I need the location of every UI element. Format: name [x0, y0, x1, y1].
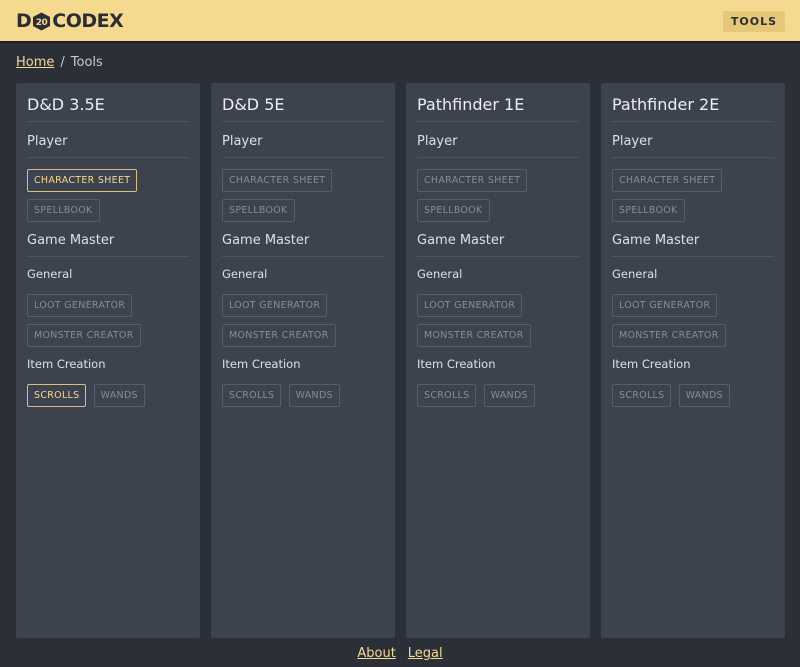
- site-logo[interactable]: D 20 CODEX: [16, 9, 124, 33]
- column-title: D&D 5E: [222, 95, 384, 122]
- tools-button[interactable]: TOOLS: [722, 11, 785, 32]
- item-creation-heading: Item Creation: [417, 357, 496, 371]
- breadcrumb-current: Tools: [70, 55, 103, 70]
- character-sheet-button[interactable]: CHARACTER SHEET: [222, 169, 333, 192]
- loot-generator-button[interactable]: LOOT GENERATOR: [27, 294, 133, 317]
- column-dnd5: D&D 5E Player CHARACTER SHEET SPELLBOOK …: [211, 83, 395, 638]
- top-bar: D 20 CODEX TOOLS: [0, 0, 800, 43]
- loot-generator-button[interactable]: LOOT GENERATOR: [222, 294, 328, 317]
- column-pathfinder2: Pathfinder 2E Player CHARACTER SHEET SPE…: [601, 83, 785, 638]
- wands-button[interactable]: WANDS: [678, 384, 730, 407]
- column-dnd35: D&D 3.5E Player CHARACTER SHEET SPELLBOO…: [16, 83, 200, 638]
- column-title: D&D 3.5E: [27, 95, 189, 122]
- breadcrumb-home-link[interactable]: Home: [16, 55, 54, 70]
- wands-button[interactable]: WANDS: [483, 384, 535, 407]
- general-heading: General: [222, 267, 268, 281]
- character-sheet-button[interactable]: CHARACTER SHEET: [612, 169, 723, 192]
- game-master-heading: Game Master: [222, 233, 384, 257]
- item-creation-heading: Item Creation: [222, 357, 301, 371]
- item-creation-heading: Item Creation: [27, 357, 106, 371]
- item-creation-heading: Item Creation: [612, 357, 691, 371]
- logo-letter-d: D: [16, 10, 32, 32]
- scrolls-button[interactable]: SCROLLS: [612, 384, 672, 407]
- d20-die-icon: 20: [32, 12, 51, 31]
- scrolls-button[interactable]: SCROLLS: [222, 384, 282, 407]
- game-master-heading: Game Master: [27, 233, 189, 257]
- about-link[interactable]: About: [357, 646, 395, 661]
- wands-button[interactable]: WANDS: [288, 384, 340, 407]
- column-pathfinder1: Pathfinder 1E Player CHARACTER SHEET SPE…: [406, 83, 590, 638]
- system-columns: D&D 3.5E Player CHARACTER SHEET SPELLBOO…: [16, 83, 785, 638]
- loot-generator-button[interactable]: LOOT GENERATOR: [612, 294, 718, 317]
- player-heading: Player: [417, 134, 579, 158]
- game-master-heading: Game Master: [612, 233, 774, 257]
- spellbook-button[interactable]: SPELLBOOK: [222, 199, 295, 222]
- character-sheet-button[interactable]: CHARACTER SHEET: [417, 169, 528, 192]
- spellbook-button[interactable]: SPELLBOOK: [27, 199, 100, 222]
- spellbook-button[interactable]: SPELLBOOK: [612, 199, 685, 222]
- scrolls-button[interactable]: SCROLLS: [417, 384, 477, 407]
- footer: About Legal: [0, 646, 800, 661]
- general-heading: General: [417, 267, 463, 281]
- game-master-heading: Game Master: [417, 233, 579, 257]
- column-title: Pathfinder 1E: [417, 95, 579, 122]
- general-heading: General: [612, 267, 658, 281]
- monster-creator-button[interactable]: MONSTER CREATOR: [417, 324, 531, 347]
- player-heading: Player: [612, 134, 774, 158]
- wands-button[interactable]: WANDS: [93, 384, 145, 407]
- logo-wordmark: CODEX: [52, 10, 124, 32]
- player-heading: Player: [27, 134, 189, 158]
- scrolls-button[interactable]: SCROLLS: [27, 384, 87, 407]
- breadcrumb: Home / Tools: [16, 55, 103, 70]
- monster-creator-button[interactable]: MONSTER CREATOR: [27, 324, 141, 347]
- legal-link[interactable]: Legal: [408, 646, 443, 661]
- breadcrumb-separator: /: [60, 55, 65, 70]
- column-title: Pathfinder 2E: [612, 95, 774, 122]
- spellbook-button[interactable]: SPELLBOOK: [417, 199, 490, 222]
- monster-creator-button[interactable]: MONSTER CREATOR: [222, 324, 336, 347]
- player-heading: Player: [222, 134, 384, 158]
- logo-die-number: 20: [36, 18, 48, 28]
- general-heading: General: [27, 267, 73, 281]
- loot-generator-button[interactable]: LOOT GENERATOR: [417, 294, 523, 317]
- monster-creator-button[interactable]: MONSTER CREATOR: [612, 324, 726, 347]
- character-sheet-button[interactable]: CHARACTER SHEET: [27, 169, 138, 192]
